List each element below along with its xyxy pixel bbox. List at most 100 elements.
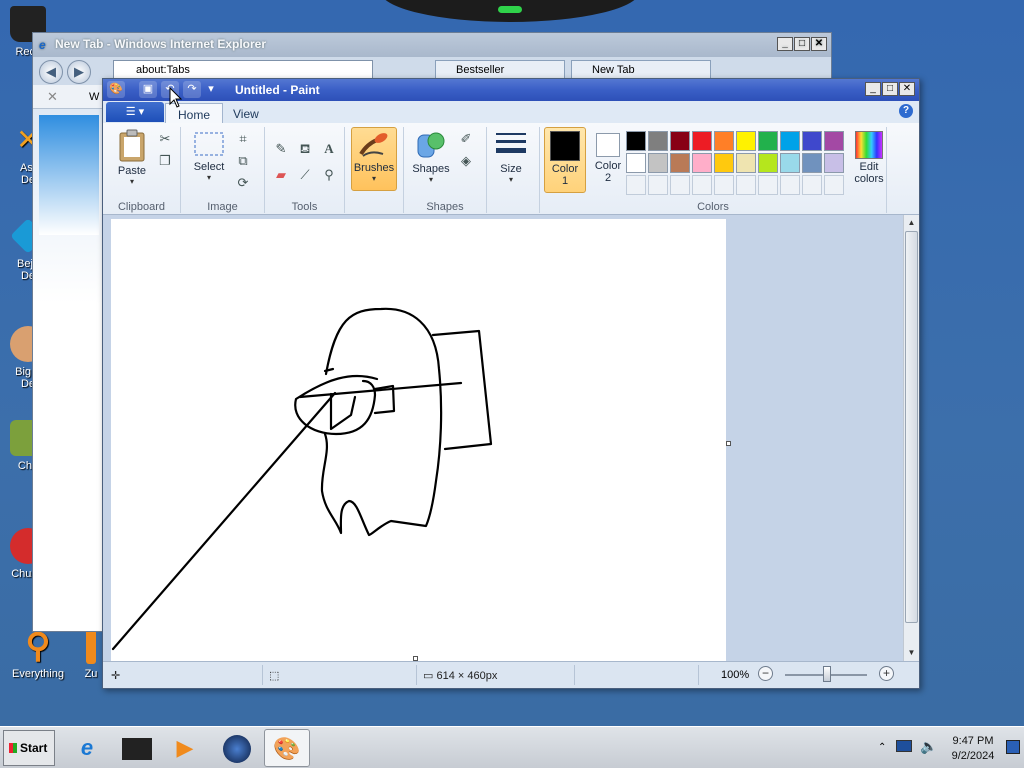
- paint-window[interactable]: 🎨 ▣ ↶ ↷ ▾ Untitled - Paint _ □ ✕ ☰ ▾ Hom…: [102, 78, 920, 689]
- fill-style-icon[interactable]: ◈: [456, 151, 476, 171]
- help-icon[interactable]: ?: [899, 104, 913, 118]
- taskbar-paint[interactable]: 🎨: [264, 729, 310, 767]
- palette-swatch-1-5[interactable]: [714, 131, 734, 151]
- size-button[interactable]: Size ▾: [489, 129, 533, 184]
- shapes-button[interactable]: Shapes ▾: [408, 129, 454, 184]
- palette-swatch-1-9[interactable]: [802, 131, 822, 151]
- desktop-icon-everything[interactable]: ⚲ Everything: [6, 628, 70, 680]
- show-hidden-icons[interactable]: ⌃: [878, 742, 886, 753]
- color-picker-icon[interactable]: ⟋: [295, 165, 315, 185]
- custom-color-slot-5[interactable]: [714, 175, 734, 195]
- tab-view[interactable]: View: [221, 103, 271, 123]
- clock[interactable]: 9:47 PM 9/2/2024: [944, 734, 1002, 764]
- top-ornament: [380, 0, 640, 22]
- custom-color-slot-4[interactable]: [692, 175, 712, 195]
- vertical-scrollbar[interactable]: ▲ ▼: [903, 215, 919, 661]
- pencil-icon[interactable]: ✎: [271, 139, 291, 159]
- paint-minimize-button[interactable]: _: [865, 82, 881, 96]
- palette-swatch-2-4[interactable]: [692, 153, 712, 173]
- custom-color-slot-6[interactable]: [736, 175, 756, 195]
- color1-button[interactable]: Color 1: [544, 127, 586, 193]
- palette-swatch-2-10[interactable]: [824, 153, 844, 173]
- ie-maximize-button[interactable]: □: [794, 37, 810, 51]
- palette-swatch-1-8[interactable]: [780, 131, 800, 151]
- text-icon[interactable]: A: [319, 139, 339, 159]
- action-center-icon[interactable]: [1006, 740, 1020, 754]
- scroll-thumb[interactable]: [905, 231, 918, 623]
- custom-color-slot-3[interactable]: [670, 175, 690, 195]
- custom-color-slot-1[interactable]: [626, 175, 646, 195]
- paint-close-button[interactable]: ✕: [899, 82, 915, 96]
- paint-maximize-button[interactable]: □: [882, 82, 898, 96]
- palette-swatch-2-6[interactable]: [736, 153, 756, 173]
- volume-icon[interactable]: 🔈: [920, 738, 937, 755]
- close-tab-icon[interactable]: ✕: [47, 89, 58, 105]
- select-button[interactable]: Select ▾: [187, 129, 231, 182]
- shapes-icon: [417, 132, 445, 158]
- edit-colors-button[interactable]: Edit colors: [850, 131, 888, 185]
- ie-tab-bestseller[interactable]: Bestseller: [435, 60, 565, 80]
- palette-swatch-1-10[interactable]: [824, 131, 844, 151]
- save-icon[interactable]: ▣: [139, 81, 157, 98]
- group-image: Select ▾ ⌗ ⧉ ⟳ Image: [181, 127, 265, 213]
- cut-icon[interactable]: ✂: [155, 129, 175, 149]
- paint-title-bar[interactable]: 🎨 ▣ ↶ ↷ ▾ Untitled - Paint _ □ ✕: [103, 79, 919, 101]
- scroll-up-icon[interactable]: ▲: [904, 215, 919, 231]
- back-button[interactable]: ◀: [39, 60, 63, 84]
- zoom-in-button[interactable]: +: [879, 666, 894, 681]
- address-bar[interactable]: about:Tabs: [113, 60, 373, 80]
- forward-button[interactable]: ▶: [67, 60, 91, 84]
- color2-button[interactable]: Color 2: [588, 127, 628, 193]
- custom-color-slot-8[interactable]: [780, 175, 800, 195]
- palette-swatch-1-1[interactable]: [626, 131, 646, 151]
- ie-tab-new-tab[interactable]: New Tab: [571, 60, 711, 80]
- line-size-icon: [496, 133, 526, 153]
- palette-swatch-1-6[interactable]: [736, 131, 756, 151]
- crop-icon[interactable]: ⌗: [233, 129, 253, 149]
- taskbar-ie[interactable]: e: [64, 729, 110, 767]
- palette-swatch-1-3[interactable]: [670, 131, 690, 151]
- resize-icon[interactable]: ⧉: [233, 151, 253, 171]
- paint-app-icon[interactable]: 🎨: [107, 81, 125, 98]
- zoom-slider-thumb[interactable]: [823, 666, 831, 682]
- start-button[interactable]: Start: [3, 730, 55, 766]
- brushes-button[interactable]: Brushes ▾: [351, 127, 397, 191]
- taskbar-globe[interactable]: [214, 729, 260, 767]
- palette-swatch-1-4[interactable]: [692, 131, 712, 151]
- customize-chevron-icon[interactable]: ▾: [205, 81, 217, 98]
- ie-close-button[interactable]: ✕: [811, 37, 827, 51]
- rotate-icon[interactable]: ⟳: [233, 173, 253, 193]
- network-icon[interactable]: [896, 740, 912, 752]
- palette-swatch-2-8[interactable]: [780, 153, 800, 173]
- zoom-out-button[interactable]: −: [758, 666, 773, 681]
- drawing-canvas[interactable]: [111, 219, 726, 661]
- eraser-icon[interactable]: ▰: [271, 165, 291, 185]
- paint-menu-button[interactable]: ☰ ▾: [106, 102, 164, 122]
- custom-color-slot-2[interactable]: [648, 175, 668, 195]
- palette-swatch-2-7[interactable]: [758, 153, 778, 173]
- palette-swatch-1-7[interactable]: [758, 131, 778, 151]
- palette-swatch-2-5[interactable]: [714, 153, 734, 173]
- ie-minimize-button[interactable]: _: [777, 37, 793, 51]
- custom-color-slot-10[interactable]: [824, 175, 844, 195]
- fill-icon[interactable]: ⛾: [295, 139, 315, 159]
- custom-color-slot-7[interactable]: [758, 175, 778, 195]
- color1-swatch: [550, 131, 580, 161]
- resize-handle-right[interactable]: [726, 441, 731, 446]
- palette-swatch-2-1[interactable]: [626, 153, 646, 173]
- palette-swatch-1-2[interactable]: [648, 131, 668, 151]
- palette-swatch-2-3[interactable]: [670, 153, 690, 173]
- taskbar-explorer[interactable]: [114, 729, 160, 767]
- palette-swatch-2-9[interactable]: [802, 153, 822, 173]
- windows-flag-icon: [9, 743, 17, 753]
- redo-icon[interactable]: ↷: [183, 81, 201, 98]
- magnifier-icon[interactable]: ⚲: [319, 165, 339, 185]
- paste-button[interactable]: Paste ▾: [111, 129, 153, 186]
- palette-swatch-2-2[interactable]: [648, 153, 668, 173]
- ie-title-bar[interactable]: e New Tab - Windows Internet Explorer _ …: [33, 33, 831, 57]
- copy-icon[interactable]: ❐: [155, 151, 175, 171]
- scroll-down-icon[interactable]: ▼: [904, 645, 919, 661]
- outline-icon[interactable]: ✐: [456, 129, 476, 149]
- custom-color-slot-9[interactable]: [802, 175, 822, 195]
- taskbar-media-player[interactable]: ▶: [162, 729, 208, 767]
